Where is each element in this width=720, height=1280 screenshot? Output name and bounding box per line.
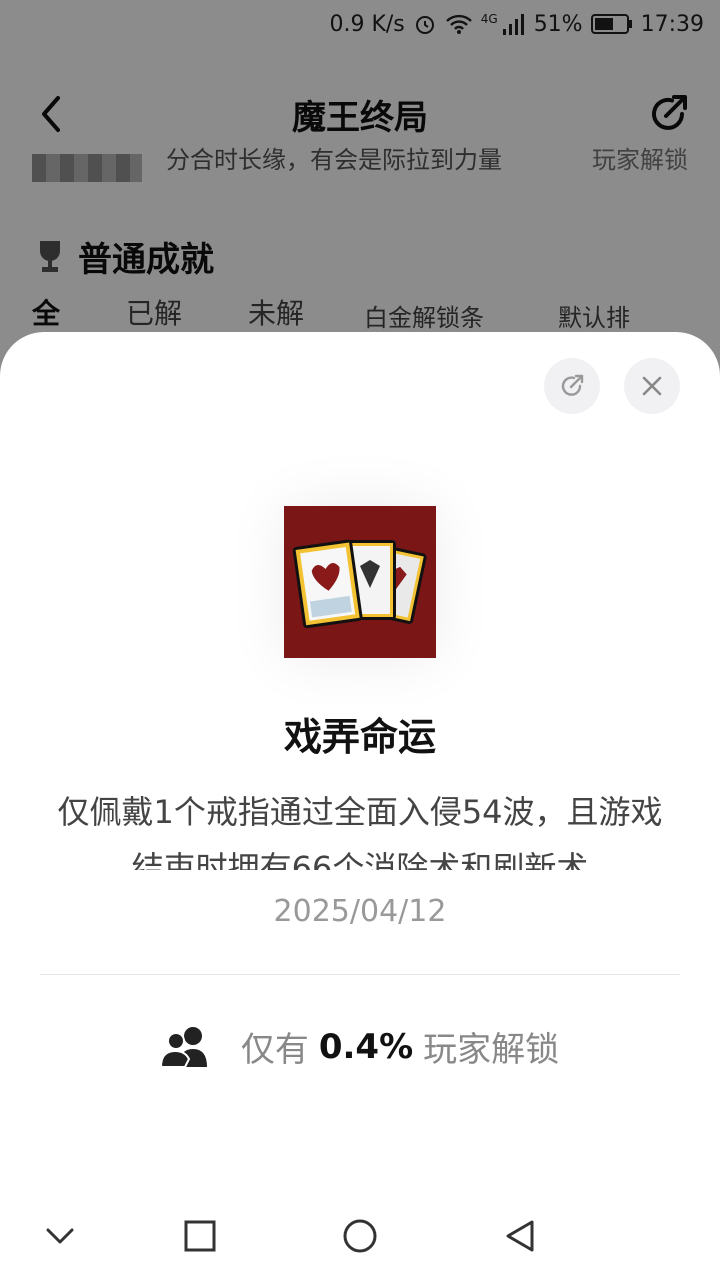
users-icon bbox=[160, 1026, 207, 1068]
unlock-date: 2025/04/12 bbox=[273, 894, 447, 929]
rarity-prefix: 仅有 bbox=[240, 1030, 309, 1070]
triangle-back-icon[interactable] bbox=[498, 1214, 542, 1258]
close-icon bbox=[642, 376, 662, 396]
rarity-percent: 0.4% bbox=[318, 1026, 414, 1067]
achievement-icon bbox=[284, 506, 436, 658]
share-icon bbox=[561, 374, 584, 396]
circle-icon[interactable] bbox=[338, 1214, 382, 1258]
rarity-row: 仅有 0.4% 玩家解锁 bbox=[0, 1022, 720, 1071]
square-icon[interactable] bbox=[178, 1214, 222, 1258]
system-nav-bar bbox=[0, 1196, 720, 1280]
achievement-name: 戏弄命运 bbox=[283, 715, 436, 759]
achievement-description: 仅佩戴1个戒指通过全面入侵54波，且游戏结束时拥有66个消除术和刷新术 bbox=[57, 793, 663, 870]
playing-cards-icon bbox=[284, 506, 436, 658]
close-button[interactable] bbox=[624, 358, 680, 414]
rarity-suffix: 玩家解锁 bbox=[423, 1030, 560, 1070]
share-button[interactable] bbox=[544, 358, 600, 414]
divider bbox=[40, 974, 680, 975]
chevron-down-icon[interactable] bbox=[38, 1214, 82, 1258]
achievement-sheet: 戏弄命运 仅佩戴1个戒指通过全面入侵54波，且游戏结束时拥有66个消除术和刷新术… bbox=[0, 332, 720, 1280]
